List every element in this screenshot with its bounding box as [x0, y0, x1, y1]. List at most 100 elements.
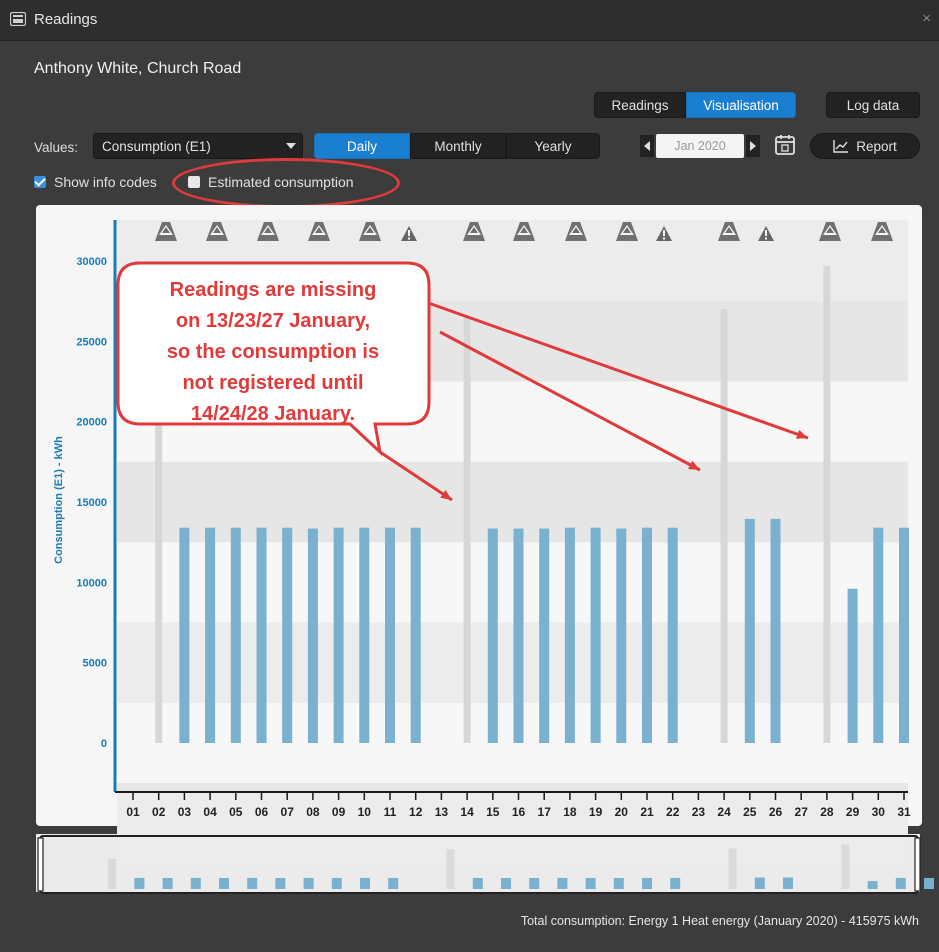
consumption-chart: 0 5000 10000 15000 20000 25000 30000 Consumptio…: [37, 220, 934, 894]
bar-03: [179, 527, 190, 743]
grid-band: [117, 783, 908, 792]
x-tick-label: 03: [178, 805, 192, 819]
bar-25: [744, 518, 755, 743]
missing-reading-bar-02: [155, 421, 163, 743]
overview-bar-07: [247, 877, 258, 889]
overview-bar-30: [895, 877, 906, 889]
bar-15: [487, 528, 498, 743]
overview-bar-22: [670, 877, 681, 889]
bar-18: [564, 527, 575, 743]
y-tick-label: 15000: [76, 497, 107, 509]
x-tick-label: 13: [435, 805, 449, 819]
overview-bar-04: [162, 877, 173, 889]
y-tick-label: 5000: [83, 658, 107, 670]
x-tick-label: 15: [486, 805, 500, 819]
bar-09: [333, 527, 344, 743]
bar-05: [230, 527, 241, 743]
x-tick-label: 07: [281, 805, 295, 819]
x-tick-label: 01: [126, 805, 140, 819]
bar-04: [205, 527, 216, 743]
overview-bar-16: [501, 877, 511, 889]
x-tick-label: 24: [717, 805, 731, 819]
x-tick-label: 14: [460, 805, 474, 819]
overview-missing-bar-14: [446, 849, 455, 889]
overview-bar-20: [613, 877, 624, 889]
y-tick-label: 10000: [76, 577, 107, 589]
x-tick-label: 22: [666, 805, 680, 819]
overview-bar-11: [360, 877, 370, 889]
overview-bar-09: [303, 877, 314, 889]
overview-handle-left: [37, 837, 44, 892]
overview-bar-10: [331, 877, 342, 889]
x-tick-label: 09: [332, 805, 346, 819]
overview-bar-18: [557, 877, 568, 889]
x-tick-label: 20: [615, 805, 629, 819]
annotation-line: not registered until: [182, 372, 363, 394]
x-tick-label: 05: [229, 805, 243, 819]
y-axis-label: Consumption (E1) - kWh: [53, 436, 65, 564]
overview-bar-19: [585, 877, 596, 889]
bar-30: [873, 527, 884, 743]
x-tick-label: 06: [255, 805, 269, 819]
overview-missing-bar-28: [841, 844, 850, 889]
overview-bar-25: [754, 877, 765, 889]
x-tick-label: 29: [846, 805, 860, 819]
bar-10: [359, 527, 370, 743]
x-tick-label: 18: [563, 805, 577, 819]
overview-bar-21: [642, 877, 652, 889]
annotation-line: so the consumption is: [167, 341, 379, 363]
overview-bar-31: [924, 877, 934, 889]
x-tick-label: 02: [152, 805, 166, 819]
bar-31: [899, 527, 909, 743]
y-tick-label: 30000: [76, 256, 107, 268]
bar-16: [513, 528, 524, 743]
x-tick-label: 08: [306, 805, 320, 819]
overview-bar-15: [472, 877, 483, 889]
y-tick-label: 0: [101, 738, 107, 750]
annotation-line: Readings are missing: [170, 279, 377, 301]
annotation-line: on 13/23/27 January,: [176, 310, 370, 332]
x-tick-label: 04: [203, 805, 217, 819]
overview-missing-bar-02: [108, 859, 117, 889]
overview-handle-right: [914, 837, 921, 892]
y-tick-label: 20000: [76, 417, 107, 429]
overview-bar-03: [134, 877, 145, 889]
x-tick-label: 30: [872, 805, 886, 819]
x-tick-label: 23: [692, 805, 706, 819]
x-tick-label: 16: [512, 805, 526, 819]
total-consumption: Total consumption: Energy 1 Heat energy …: [520, 914, 919, 928]
overview-bar-08: [275, 877, 286, 889]
bar-26: [770, 518, 781, 743]
missing-reading-bar-14: [463, 317, 471, 743]
bar-22: [667, 527, 678, 743]
x-tick-label: 25: [743, 805, 757, 819]
missing-reading-bar-28: [823, 265, 831, 743]
bar-12: [410, 527, 421, 743]
x-tick-label: 11: [384, 805, 397, 819]
bar-29: [847, 588, 858, 743]
x-tick-label: 28: [820, 805, 834, 819]
x-tick-label: 27: [795, 805, 809, 819]
bar-11: [385, 527, 395, 743]
bar-20: [616, 528, 627, 743]
bar-06: [256, 527, 267, 743]
overview-bar-26: [783, 877, 793, 889]
bar-21: [642, 527, 652, 743]
x-tick-label: 12: [409, 805, 423, 819]
overview-bar-06: [219, 877, 229, 889]
overview-bar-12: [388, 877, 399, 889]
x-tick-label: 26: [769, 805, 783, 819]
annotation-line: 14/24/28 January.: [191, 403, 355, 425]
x-tick-label: 21: [640, 805, 654, 819]
bar-08: [307, 528, 318, 743]
x-tick-label: 19: [589, 805, 603, 819]
x-tick-label: 17: [538, 805, 552, 819]
bar-17: [539, 528, 550, 743]
overview-bar-29: [867, 881, 878, 889]
bar-07: [282, 527, 293, 743]
x-tick-label: 10: [358, 805, 372, 819]
missing-reading-bar-24: [720, 309, 728, 743]
overview-bar-05: [190, 877, 201, 889]
y-tick-label: 25000: [76, 336, 107, 348]
overview-bar-17: [529, 877, 540, 889]
